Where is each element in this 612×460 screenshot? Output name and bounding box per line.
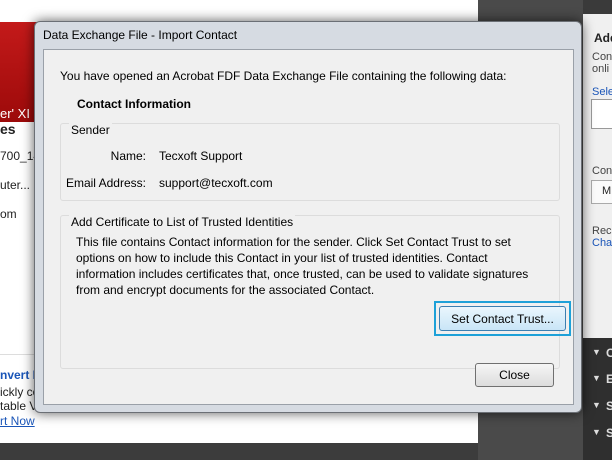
- import-contact-dialog: Data Exchange File - Import Contact You …: [34, 21, 582, 413]
- trusted-identities-group-label: Add Certificate to List of Trusted Ident…: [69, 215, 296, 229]
- right-panel-top-bar: [583, 0, 612, 14]
- dialog-body: You have opened an Acrobat FDF Data Exch…: [43, 49, 574, 405]
- background-banner-text: er' XI: [0, 106, 30, 121]
- right-panel-line2: onli: [592, 63, 610, 75]
- right-panel-change-link[interactable]: Cha: [592, 237, 612, 249]
- right-panel-tool-label: C: [606, 346, 612, 360]
- trusted-identities-group: Add Certificate to List of Trusted Ident…: [60, 215, 571, 369]
- right-panel-dropdown[interactable]: M: [591, 180, 612, 204]
- collapse-triangle-icon: ▼: [592, 400, 601, 410]
- name-label: Name:: [110, 149, 146, 163]
- sender-group: Sender Name: Tecxoft Support Email Addre…: [60, 123, 560, 201]
- right-panel-tool-label: E: [606, 372, 612, 386]
- dialog-title: Data Exchange File - Import Contact: [43, 28, 238, 42]
- email-label: Email Address:: [65, 176, 146, 190]
- background-heading: es: [0, 121, 16, 137]
- right-panel-tool-row[interactable]: ▼ E: [586, 366, 612, 392]
- email-value: support@tecxoft.com: [159, 176, 273, 190]
- right-panel-file-box[interactable]: [591, 99, 612, 129]
- right-panel-recognize-label: Rec: [592, 225, 612, 237]
- collapse-triangle-icon: ▼: [592, 427, 601, 437]
- certificate-description: This file contains Contact information f…: [76, 235, 529, 297]
- contact-information-heading: Contact Information: [77, 97, 191, 111]
- background-computer-text: uter...: [0, 178, 31, 192]
- right-panel-tool-label: S: [606, 399, 612, 413]
- right-panel-tool-row[interactable]: ▼ S: [586, 393, 612, 419]
- background-domain-text: om: [0, 207, 17, 221]
- background-promo-line2: table V: [0, 399, 38, 413]
- right-panel-select-link[interactable]: Sele: [592, 86, 612, 98]
- right-panel-convert-label: Con: [592, 165, 612, 177]
- set-contact-trust-button[interactable]: Set Contact Trust...: [439, 306, 566, 331]
- right-panel-tool-row[interactable]: ▼ C: [586, 340, 612, 366]
- collapse-triangle-icon: ▼: [592, 347, 601, 357]
- close-button[interactable]: Close: [475, 363, 554, 387]
- name-value: Tecxoft Support: [159, 149, 243, 163]
- right-panel-add-title: Add: [594, 31, 612, 45]
- collapse-triangle-icon: ▼: [592, 373, 601, 383]
- right-panel-tool-label: S: [606, 426, 612, 440]
- intro-text: You have opened an Acrobat FDF Data Exch…: [60, 69, 507, 83]
- right-panel-tool-row[interactable]: ▼ S: [586, 420, 612, 446]
- right-panel-line1: Conv: [592, 51, 612, 63]
- sender-group-label: Sender: [69, 123, 112, 137]
- background-start-now-link[interactable]: rt Now: [0, 414, 35, 428]
- right-panel-dropdown-value: M: [602, 185, 612, 197]
- background-bottom-bar: [0, 443, 478, 460]
